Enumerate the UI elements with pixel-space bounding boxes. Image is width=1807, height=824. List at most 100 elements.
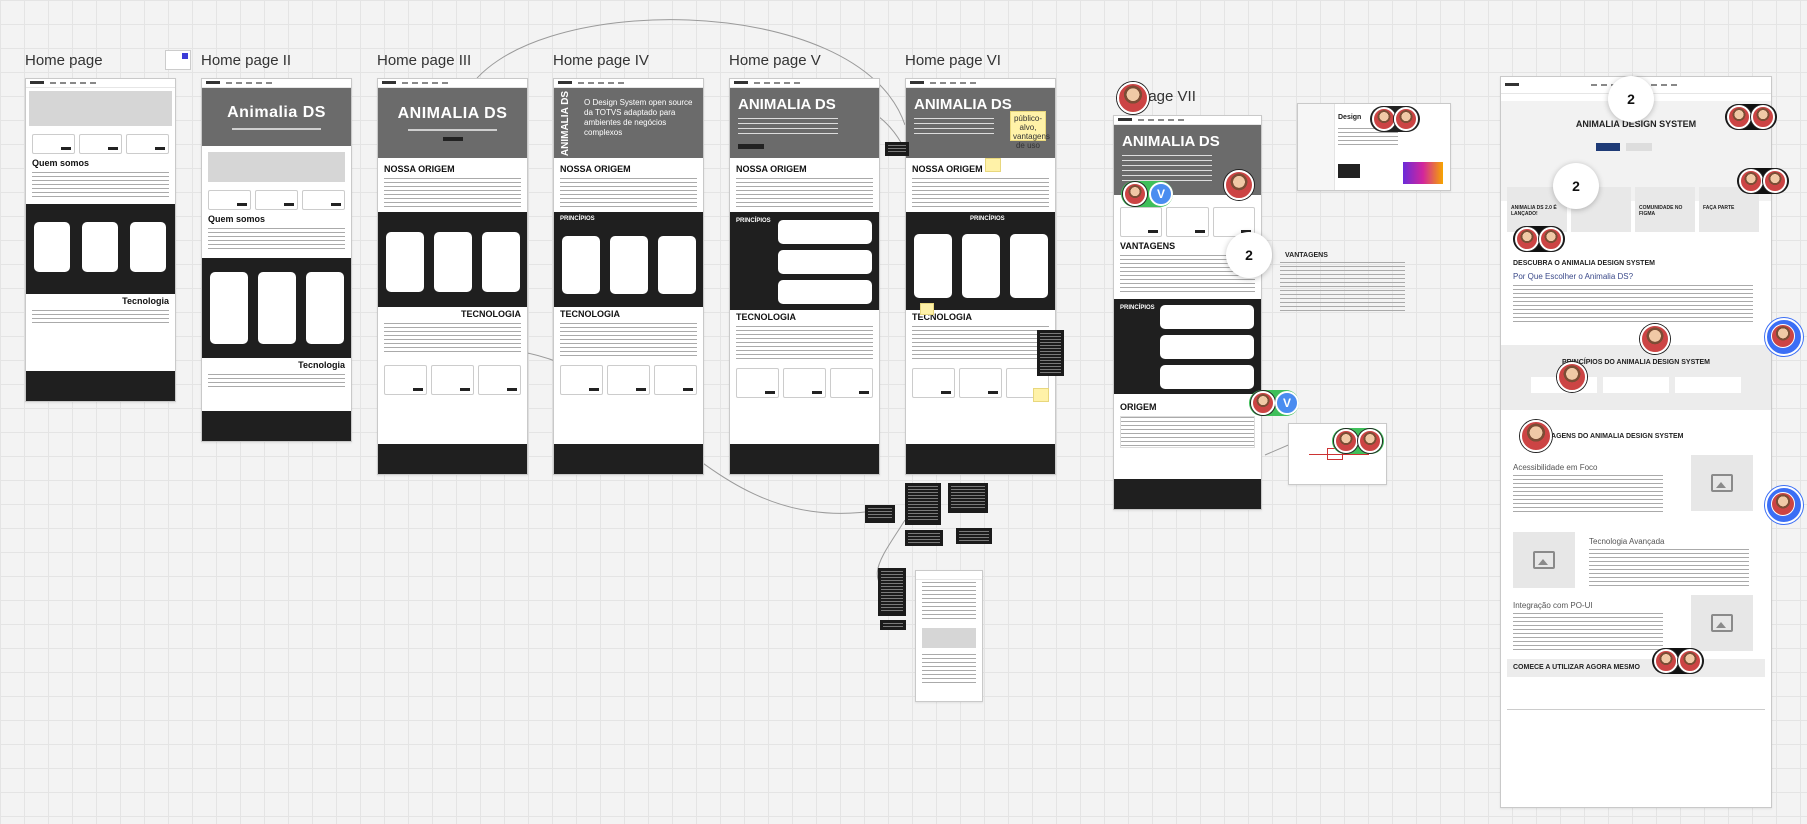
frame-title-home-page[interactable]: Home page [25, 52, 103, 69]
mobile-frame[interactable] [915, 570, 983, 702]
collaborator-pill[interactable] [1513, 226, 1565, 252]
frame-home-page-v[interactable]: ANIMALIA DS NOSSA ORIGEM PRINCÍPIOS TECN… [729, 78, 880, 475]
section-title: NOSSA ORIGEM [736, 164, 807, 174]
text-lines [32, 172, 169, 186]
hero-text: O Design System open source da TOTVS ada… [584, 98, 693, 137]
section-title-2: Tecnologia [122, 296, 169, 306]
advantage-title: Acessibilidade em Foco [1513, 463, 1598, 472]
collaborator-avatar[interactable] [1557, 362, 1587, 392]
frame-heading: Design [1338, 114, 1362, 121]
hero-title: ANIMALIA DS [1122, 133, 1220, 150]
collaborator-pill[interactable] [1652, 648, 1704, 674]
comment-block[interactable] [865, 505, 895, 523]
hero: Animalia DS [202, 88, 351, 146]
collaborator-avatar[interactable] [1224, 170, 1254, 200]
section-title-2: ORIGEM [1120, 402, 1157, 412]
footer [26, 371, 175, 401]
section-title-2: TECNOLOGIA [736, 312, 796, 322]
band-title: PRINCÍPIOS [736, 218, 771, 224]
frame-home-page[interactable]: Quem somos Tecnologia [25, 78, 176, 402]
principles-band [202, 258, 351, 358]
section-title-2: TECNOLOGIA [560, 309, 620, 319]
frame-home-page-iii[interactable]: ANIMALIA DS NOSSA ORIGEM TECNOLOGIA [377, 78, 528, 475]
section-title: DESCUBRA O ANIMALIA DESIGN SYSTEM [1513, 260, 1655, 267]
collaborator-pill[interactable] [1332, 428, 1384, 454]
section-title: Quem somos [208, 214, 266, 224]
section-subtitle: Por Que Escolher o Animalia DS? [1513, 272, 1634, 281]
vantagens-label: VANTAGENS [1285, 252, 1328, 259]
frame-title-home-page-iv[interactable]: Home page IV [553, 52, 649, 69]
section-title: PRINCÍPIOS DO ANIMALIA DESIGN SYSTEM [1561, 359, 1711, 366]
collaborator-pill[interactable]: V [1121, 181, 1173, 207]
section-title: NOSSA ORIGEM [384, 164, 455, 174]
comment-block[interactable] [905, 483, 941, 525]
collaborator-avatar[interactable] [1640, 324, 1670, 354]
section-title: Quem somos [32, 158, 90, 168]
image-icon [1691, 455, 1753, 511]
comment-count-badge[interactable]: 2 [1608, 76, 1654, 122]
section-title: NOSSA ORIGEM [560, 164, 631, 174]
collaborator-pill[interactable] [1737, 168, 1789, 194]
thumbnail-preview[interactable] [165, 50, 191, 70]
image-icon [1513, 532, 1575, 588]
principles-band: PRINCÍPIOS [1114, 299, 1261, 394]
frame-title-home-page-v[interactable]: Home page V [729, 52, 821, 69]
comment-block[interactable] [905, 530, 943, 546]
frame-title-home-page-ii[interactable]: Home page II [201, 52, 291, 69]
comment-block[interactable] [1037, 330, 1064, 376]
principles-band [378, 212, 527, 307]
advantage-title: Integração com PO-UI [1513, 601, 1593, 610]
sticky-note-small[interactable] [920, 303, 934, 315]
user-initial-badge: V [1149, 182, 1173, 206]
advantage-title: Tecnologia Avançada [1589, 537, 1665, 546]
collaborator-avatar[interactable] [1520, 420, 1552, 452]
text-block [1280, 262, 1405, 312]
hero-title: Animalia DS [227, 104, 326, 121]
comment-block[interactable] [880, 620, 906, 630]
frame-title-home-page-iii[interactable]: Home page III [377, 52, 471, 69]
hero-title: ANIMALIA DS [397, 105, 508, 122]
comment-count-badge[interactable]: 2 [1553, 163, 1599, 209]
sticky-note-small[interactable] [1033, 388, 1049, 402]
hero-title: ANIMALIA DS [738, 96, 836, 113]
cta-button[interactable] [1596, 143, 1620, 151]
sticky-note[interactable]: público-alvo, vantagens de uso [1010, 111, 1050, 150]
principles-band [26, 204, 175, 294]
frame-nav [26, 79, 175, 88]
cursor-avatar[interactable] [1765, 486, 1803, 524]
section-title: NOSSA ORIGEM [912, 164, 983, 174]
section-title-2: Tecnologia [298, 360, 345, 370]
card[interactable]: COMUNIDADE NO FIGMA [1635, 187, 1695, 232]
hero-title: ANIMALIA DS [560, 90, 572, 156]
comment-block[interactable] [956, 528, 992, 544]
comment-block[interactable] [878, 568, 906, 616]
collaborator-pill[interactable]: V [1249, 390, 1299, 416]
user-initial-badge: V [1275, 391, 1299, 415]
hero-title: ANIMALIA DS [914, 96, 1012, 113]
cursor-avatar[interactable] [1765, 318, 1803, 356]
collaborator-avatar[interactable] [1117, 82, 1149, 114]
frame-title-home-page-vi[interactable]: Home page VI [905, 52, 1001, 69]
section-title-2: TECNOLOGIA [461, 309, 521, 319]
principles-band: PRINCÍPIOS [554, 212, 703, 307]
principles-band: PRINCÍPIOS [906, 212, 1055, 310]
hero: ANIMALIA DS [730, 88, 879, 158]
principles-band: PRINCÍPIOS [730, 212, 879, 310]
comment-block[interactable] [885, 142, 909, 156]
secondary-button[interactable] [1626, 143, 1652, 151]
band-title: PRINCÍPIOS [970, 216, 1005, 222]
hero: ANIMALIA DS [378, 88, 527, 158]
collaborator-pill[interactable] [1725, 104, 1777, 130]
cta-bar[interactable]: COMECE A UTILIZAR AGORA MESMO [1507, 659, 1765, 677]
image-icon [1691, 595, 1753, 651]
comment-count-badge[interactable]: 2 [1226, 232, 1272, 278]
cta-title: COMECE A UTILIZAR AGORA MESMO [1513, 664, 1640, 671]
collaborator-pill[interactable] [1370, 106, 1420, 132]
frame-home-page-ii[interactable]: Animalia DS Quem somos Tecnologia [201, 78, 352, 442]
section-title: VANTAGENS DO ANIMALIA DESIGN SYSTEM [1533, 433, 1684, 440]
card-row [26, 132, 175, 156]
comment-block[interactable] [948, 483, 988, 513]
sticky-note-small[interactable] [985, 158, 1001, 172]
frame-home-page-iv[interactable]: ANIMALIA DS O Design System open source … [553, 78, 704, 475]
hero: ANIMALIA DS O Design System open source … [554, 88, 703, 158]
